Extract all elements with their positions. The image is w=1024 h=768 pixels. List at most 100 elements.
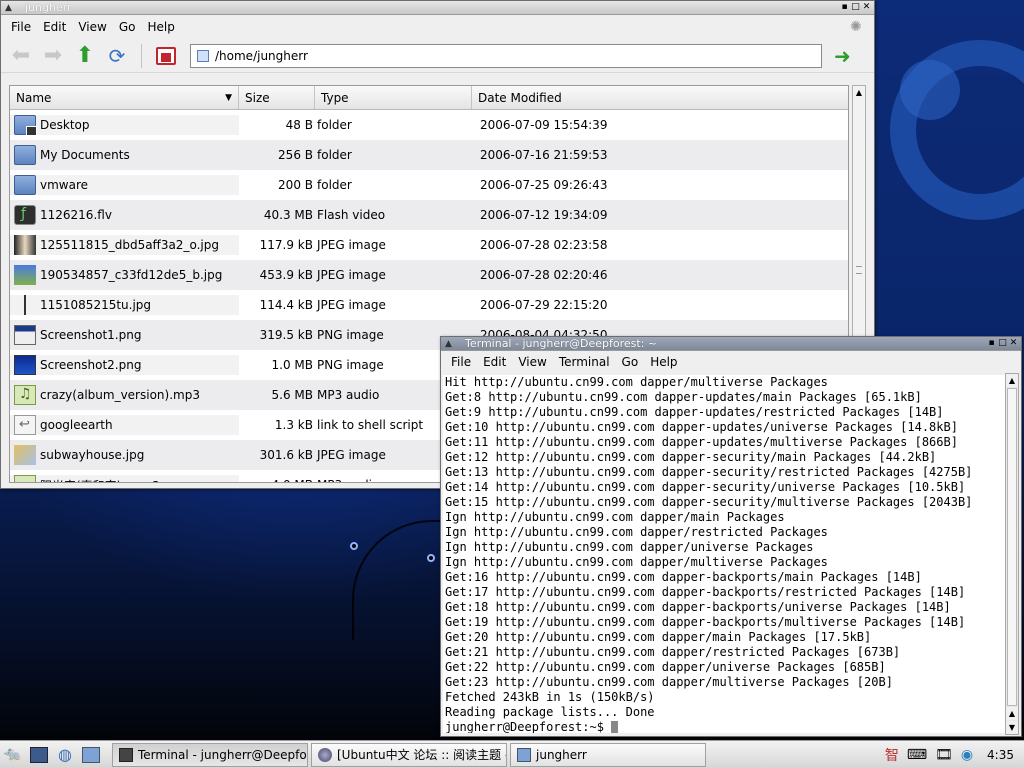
network-icon[interactable]: ◉ [961,747,973,763]
menu-help[interactable]: Help [141,20,180,34]
terminal-output[interactable]: Hit http://ubuntu.cn99.com dapper/multiv… [443,375,1007,733]
browser-icon [318,747,332,762]
task-terminal[interactable]: Terminal - jungherr@Deepfor... [112,742,308,767]
image-thumbnail-icon [24,295,26,315]
clock[interactable]: 4:35 [981,748,1014,762]
menu-view[interactable]: View [72,20,112,34]
file-name: googleearth [40,418,113,432]
audio-file-icon [14,475,36,482]
keyboard-icon[interactable]: ⌨ [907,747,927,763]
terminal-line: Get:17 http://ubuntu.cn99.com dapper-bac… [445,585,966,599]
column-name[interactable]: Name ▼ [10,86,239,109]
home-button[interactable] [152,42,180,70]
file-manager-titlebar[interactable]: ▲ jungherr ▪ □ ✕ [1,1,874,15]
file-date: 2006-07-16 21:59:53 [480,148,608,162]
file-row[interactable]: 125511815_dbd5aff3a2_o.jpg 117.9 kB JPEG i… [10,230,848,260]
scrollbar-thumb[interactable] [1007,388,1017,706]
terminal-line: Get:21 http://ubuntu.cn99.com dapper/res… [445,645,901,659]
wallpaper-dot [350,542,358,550]
window-menu-icon[interactable]: ▲ [445,339,457,349]
maximize-icon[interactable]: □ [851,3,860,12]
file-row[interactable]: 1151085215tu.jpg 114.4 kB JPEG image 2006-0… [10,290,848,320]
bottom-panel: 🐀 ◍ Terminal - jungherr@Deepfor... [Ubun… [0,740,1024,768]
file-date: 2006-07-28 02:23:58 [480,238,608,252]
minimize-icon[interactable]: ▪ [840,3,849,12]
menu-go[interactable]: Go [616,355,645,369]
film-icon[interactable]: 🎞 [935,747,953,763]
column-type[interactable]: Type [315,86,472,109]
forward-button[interactable]: ➡ [39,42,67,70]
file-row[interactable]: 1126216.flv 40.3 MB Flash video 2006-07-12 … [10,200,848,230]
file-row[interactable]: Desktop 48 B folder 2006-07-09 15:54:39 [10,110,848,140]
file-type: JPEG image [317,268,386,282]
image-thumbnail-icon [14,235,36,255]
file-row[interactable]: vmware 200 B folder 2006-07-25 09:26:43 [10,170,848,200]
image-thumbnail-icon [14,325,36,345]
launcher-terminal[interactable] [26,743,52,767]
file-type: folder [317,148,352,162]
file-row[interactable]: My Documents 256 B folder 2006-07-16 21:59:… [10,140,848,170]
file-size: 200 B [278,178,313,192]
column-size[interactable]: Size [239,86,315,109]
menu-view[interactable]: View [512,355,552,369]
minimize-icon[interactable]: ▪ [987,339,996,348]
task-terminal-label: Terminal - jungherr@Deepfor... [138,747,308,762]
close-icon[interactable]: ✕ [1009,339,1018,348]
forward-arrow-icon: ➡ [43,43,63,68]
location-path: /home/jungherr [215,48,308,63]
menu-edit[interactable]: Edit [37,20,72,34]
file-name-cell: crazy(album_version).mp3 [10,385,239,405]
file-name-cell: 阳光宅(真和宅)...mp3 [10,475,239,482]
file-type: JPEG image [317,238,386,252]
go-arrow-icon[interactable]: ➜ [834,44,851,68]
scroll-up-icon[interactable]: ▲ [853,86,865,100]
file-size: 40.3 MB [263,208,313,222]
window-menu-icon[interactable]: ▲ [5,3,17,13]
menu-file[interactable]: File [5,20,37,34]
file-name: My Documents [40,148,130,162]
launcher-files[interactable] [78,743,104,767]
menu-go[interactable]: Go [113,20,142,34]
menu-edit[interactable]: Edit [477,355,512,369]
input-method-icon[interactable]: 智 [885,745,899,765]
file-name-cell: 190534857_c33fd12de5_b.jpg [10,265,239,285]
menu-file[interactable]: File [445,355,477,369]
menu-help[interactable]: Help [644,355,683,369]
audio-file-icon [14,385,36,405]
scrollbar-grip[interactable] [856,266,862,274]
xfce-menu-button[interactable]: 🐀 [0,743,26,767]
reload-button[interactable]: ⟳ [103,42,131,70]
terminal-line: Get:11 http://ubuntu.cn99.com dapper-upd… [445,435,958,449]
file-manager-menubar: File Edit View Go Help ✺ [1,15,874,39]
terminal-titlebar[interactable]: ▲ Terminal - jungherr@Deepforest: ~ ▪ □ … [441,337,1021,351]
up-arrow-icon: ⬆ [75,43,95,68]
scroll-up-icon[interactable]: ▲ [1006,374,1018,387]
back-button[interactable]: ⬅ [7,42,35,70]
menu-terminal[interactable]: Terminal [553,355,616,369]
scroll-down-icon[interactable]: ▼ [1006,721,1018,734]
image-thumbnail-icon [14,265,36,285]
file-size: 4.0 MB [239,478,315,482]
file-name: 1126216.flv [40,208,112,222]
column-date-modified[interactable]: Date Modified [472,86,848,109]
terminal-scrollbar[interactable]: ▲ ▲ ▼ [1005,373,1019,735]
file-type: folder [317,118,352,132]
location-bar[interactable]: /home/jungherr [190,43,822,68]
scroll-up-icon[interactable]: ▲ [1006,707,1018,720]
file-row[interactable]: 190534857_c33fd12de5_b.jpg 453.9 kB JPEG i… [10,260,848,290]
up-button[interactable]: ⬆ [71,42,99,70]
file-name: 1151085215tu.jpg [40,298,152,312]
terminal-line: Fetched 243kB in 1s (150kB/s) [445,690,655,704]
task-files[interactable]: jungherr [510,742,706,767]
launcher-browser[interactable]: ◍ [52,743,78,767]
file-date: 2006-07-25 09:26:43 [480,178,608,192]
task-browser[interactable]: [Ubuntu中文 论坛 :: 阅读主题 - ... [311,742,507,767]
terminal-line: Ign http://ubuntu.cn99.com dapper/univer… [445,540,814,554]
file-date: 2006-07-12 19:34:09 [480,208,608,222]
mouse-logo-icon: 🐀 [3,745,23,764]
maximize-icon[interactable]: □ [998,339,1007,348]
terminal-prompt-line[interactable]: jungherr@Deepforest:~$ [445,720,1007,733]
file-date: 2006-07-28 02:20:46 [480,268,608,282]
close-icon[interactable]: ✕ [862,3,871,12]
location-folder-icon [197,49,209,62]
